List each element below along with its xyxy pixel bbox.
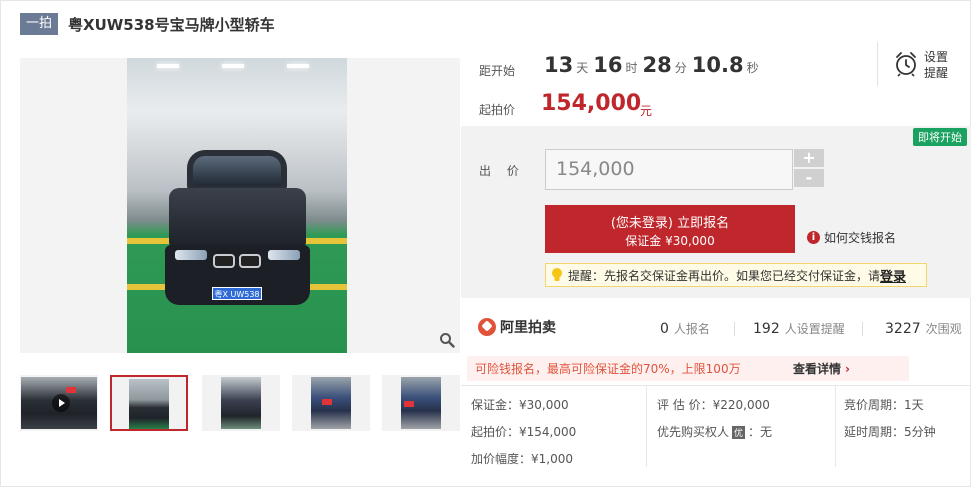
tip-text: 提醒：先报名交保证金再出价。如果您已经交付保证金，请: [568, 268, 881, 283]
alarm-clock-icon: [894, 51, 918, 80]
status-badge: 即将开始: [913, 128, 967, 146]
bidding-cycle-info: 竞价周期：1天: [844, 398, 924, 412]
magnifier-icon[interactable]: [436, 329, 458, 351]
starting-price-unit: 元: [640, 104, 653, 118]
license-plate: 粤X UW538: [212, 287, 262, 300]
view-details-label: 查看详情: [793, 362, 842, 376]
reminders-count: 192: [753, 321, 780, 337]
lightbulb-icon: [550, 267, 564, 283]
ceiling-light: [157, 64, 179, 68]
countdown-hours-unit: 时: [625, 61, 638, 75]
ceiling-light: [222, 64, 244, 68]
auction-page: 一拍 粤XUW538号宝马牌小型轿车 粤X UW538 距开始 13 天 16 …: [0, 0, 971, 487]
divider: [734, 322, 735, 336]
ceiling-light: [287, 64, 309, 68]
thumbnail-three-quarter[interactable]: [202, 375, 280, 431]
priority-badge: 优: [732, 426, 746, 439]
thumbnail-front[interactable]: [110, 375, 188, 431]
deposit-loan-banner: 可险钱报名，最高可险保证金的70%，上限100万 查看详情 ›: [467, 356, 909, 381]
countdown-days: 13: [544, 53, 574, 77]
auction-logo-icon: [478, 318, 496, 336]
login-link[interactable]: 登录: [880, 266, 906, 285]
logo-text: 阿里拍卖: [500, 320, 556, 336]
reminders-stat: 192 人设置提醒: [753, 320, 845, 337]
thumbnail-video[interactable]: [20, 375, 98, 431]
increment-info: 加价幅度：¥1,000: [471, 452, 573, 466]
signup-button-label: (您未登录) 立即报名: [610, 216, 730, 231]
tip-box: 提醒：先报名交保证金再出价。如果您已经交付保证金，请 登录: [545, 263, 927, 287]
title-bar: 一拍 粤XUW538号宝马牌小型轿车: [20, 12, 275, 36]
divider: [646, 385, 647, 467]
starting-price-value: 154,000: [541, 91, 642, 116]
play-icon[interactable]: [52, 394, 70, 412]
appraisal-info: 评 估 价：¥220,000: [657, 398, 770, 412]
main-photo[interactable]: 粤X UW538: [20, 58, 460, 353]
thumbnail-strip: [20, 375, 460, 431]
view-details-link[interactable]: 查看详情 ›: [793, 360, 850, 377]
increase-bid-button[interactable]: +: [794, 149, 824, 167]
signups-stat: 0 人报名: [660, 320, 710, 337]
car-photo: 粤X UW538: [127, 58, 347, 353]
countdown-seconds-unit: 秒: [746, 61, 759, 75]
starting-price-info: 起拍价：¥154,000: [471, 425, 577, 439]
set-reminder-button[interactable]: 设置提醒: [894, 49, 952, 81]
signup-button[interactable]: (您未登录) 立即报名 保证金 ¥30,000: [545, 205, 795, 253]
alibaba-auction-logo: 阿里拍卖: [478, 317, 556, 337]
car: 粤X UW538: [165, 150, 310, 318]
how-to-pay-label: 如何交钱报名: [824, 231, 897, 245]
views-label: 次围观: [925, 322, 962, 336]
countdown-seconds: 10.8: [691, 53, 744, 77]
reminders-label: 人设置提醒: [784, 322, 845, 336]
bid-label: 出 价: [479, 164, 525, 178]
chevron-right-icon: ›: [845, 362, 850, 376]
thumbnail-rear[interactable]: [382, 375, 460, 431]
divider: [835, 385, 836, 467]
countdown-hours: 16: [593, 53, 623, 77]
views-count: 3227: [885, 321, 921, 337]
deposit-info: 保证金：¥30,000: [471, 398, 569, 412]
signups-count: 0: [660, 321, 669, 337]
countdown-minutes-unit: 分: [674, 61, 687, 75]
info-icon: i: [807, 231, 820, 244]
delay-cycle-info: 延时周期：5分钟: [844, 425, 936, 439]
thumbnail-side[interactable]: [292, 375, 370, 431]
countdown-minutes: 28: [642, 53, 672, 77]
signups-label: 人报名: [673, 322, 710, 336]
priority-buyer-label: 优先购买权人: [657, 425, 730, 439]
countdown-days-unit: 天: [576, 61, 589, 75]
bid-input[interactable]: 154,000: [545, 149, 793, 190]
divider: [862, 322, 863, 336]
deposit-loan-text: 可险钱报名，最高可险保证金的70%，上限100万: [475, 362, 741, 376]
views-stat: 3227 次围观: [885, 320, 962, 337]
countdown-timer: 13 天 16 时 28 分 10.8 秒: [544, 53, 764, 77]
bid-panel: 即将开始 出 价 154,000 + - (您未登录) 立即报名 保证金 ¥30…: [461, 126, 971, 298]
decrease-bid-button[interactable]: -: [794, 169, 824, 187]
signup-deposit-label: 保证金 ¥30,000: [625, 234, 715, 248]
starting-price-label: 起拍价: [479, 103, 516, 117]
divider: [461, 385, 971, 386]
page-title: 粤XUW538号宝马牌小型轿车: [68, 15, 275, 34]
priority-buyer-info: 优先购买权人优：无: [657, 423, 772, 440]
how-to-pay-link[interactable]: i 如何交钱报名: [807, 229, 896, 246]
auction-round-tag: 一拍: [20, 13, 59, 35]
countdown-label: 距开始: [479, 64, 516, 78]
divider: [877, 42, 878, 86]
priority-buyer-value: ：无: [748, 425, 773, 439]
set-reminder-label: 设置提醒: [924, 50, 949, 80]
